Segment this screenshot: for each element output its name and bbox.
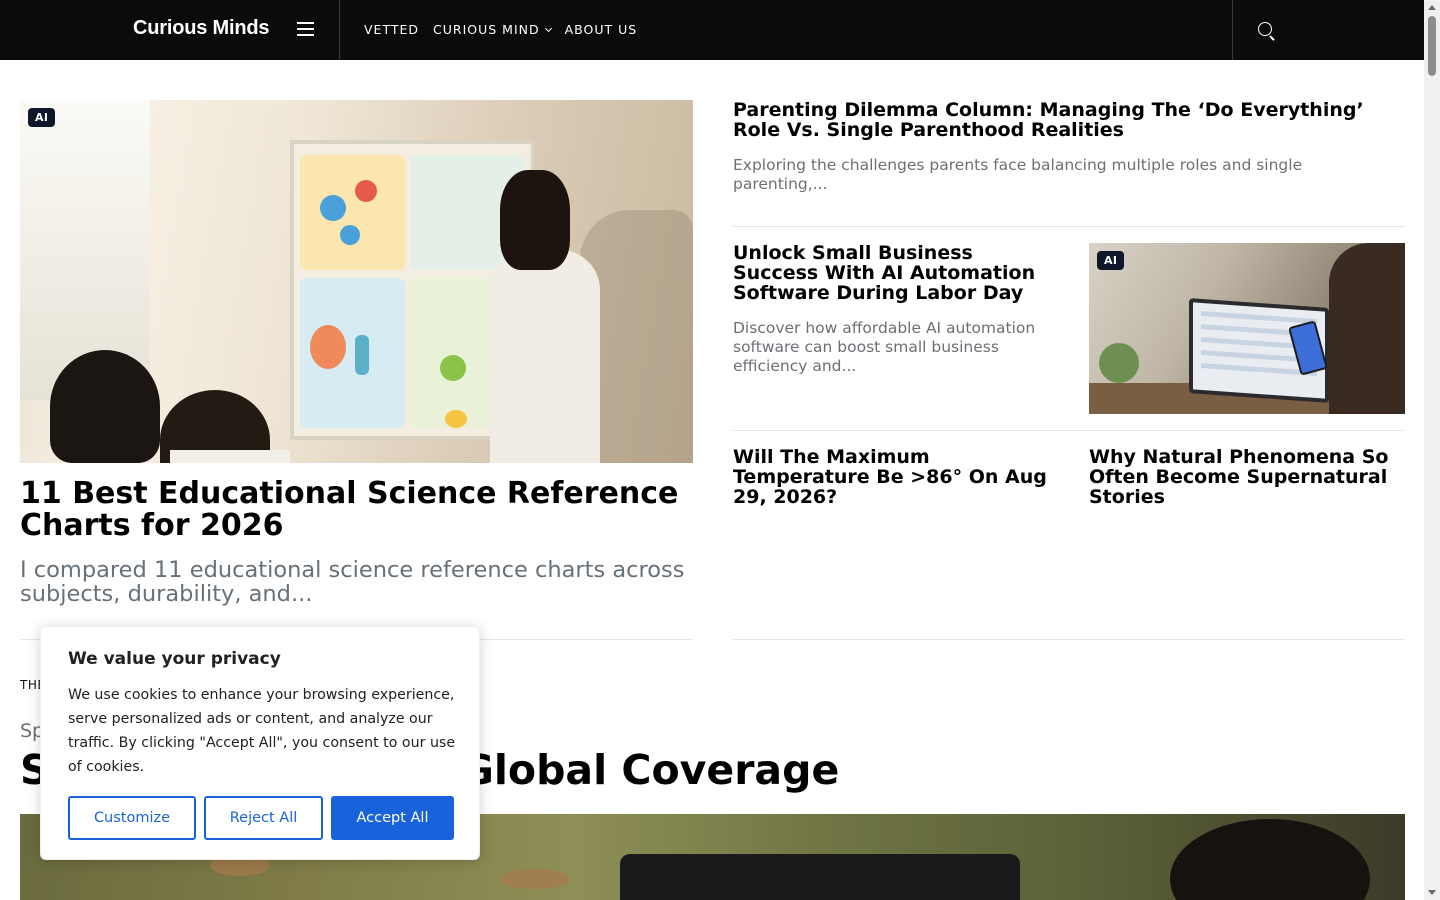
category-badge[interactable]: AI (1097, 251, 1125, 270)
cookie-title: We value your privacy (68, 649, 281, 669)
divider (733, 430, 1405, 431)
scroll-up-arrow-icon[interactable] (1428, 5, 1436, 10)
nav-item-vetted[interactable]: VETTED (364, 22, 419, 37)
chevron-down-icon (544, 24, 552, 32)
cookie-text: We use cookies to enhance your browsing … (68, 687, 456, 775)
divider (733, 639, 1405, 640)
main-nav: VETTED CURIOUS MIND ABOUT US (364, 22, 651, 37)
accept-all-button[interactable]: Accept All (331, 796, 454, 840)
side-article-title[interactable]: Will The Maximum Temperature Be >86° On … (733, 447, 1063, 507)
reject-all-button[interactable]: Reject All (204, 796, 323, 840)
side-article-excerpt: Exploring the challenges parents face ba… (733, 156, 1303, 193)
side-article-title[interactable]: Parenting Dilemma Column: Managing The ‘… (733, 100, 1413, 140)
search-icon[interactable] (1257, 21, 1277, 41)
cookie-consent-banner: We value your privacy We use cookies to … (40, 626, 480, 860)
scroll-down-arrow-icon[interactable] (1428, 890, 1436, 895)
scroll-thumb[interactable] (1428, 16, 1436, 76)
header-divider (1232, 0, 1233, 60)
featured-article-title[interactable]: 11 Best Educational Science Reference Ch… (20, 478, 700, 542)
divider (733, 226, 1405, 227)
customize-button[interactable]: Customize (68, 796, 196, 840)
side-article-title[interactable]: Unlock Small Business Success With AI Au… (733, 243, 1053, 303)
side-article-image[interactable]: AI (1089, 243, 1405, 414)
side-article-excerpt: Discover how affordable AI automation so… (733, 319, 1036, 375)
side-article-title[interactable]: Why Natural Phenomena So Often Become Su… (1089, 447, 1405, 507)
site-header: Curious Minds VETTED CURIOUS MIND ABOUT … (0, 0, 1424, 60)
category-badge[interactable]: AI (28, 108, 56, 127)
featured-article-excerpt: I compared 11 educational science refere… (20, 557, 685, 607)
featured-article-image[interactable]: AI (20, 100, 693, 463)
nav-item-about-us[interactable]: ABOUT US (565, 22, 638, 37)
header-divider (339, 0, 340, 60)
hamburger-icon[interactable] (297, 22, 314, 37)
site-logo[interactable]: Curious Minds (133, 17, 269, 40)
nav-item-curious-mind[interactable]: CURIOUS MIND (433, 22, 552, 37)
page-scrollbar[interactable] (1424, 0, 1440, 900)
